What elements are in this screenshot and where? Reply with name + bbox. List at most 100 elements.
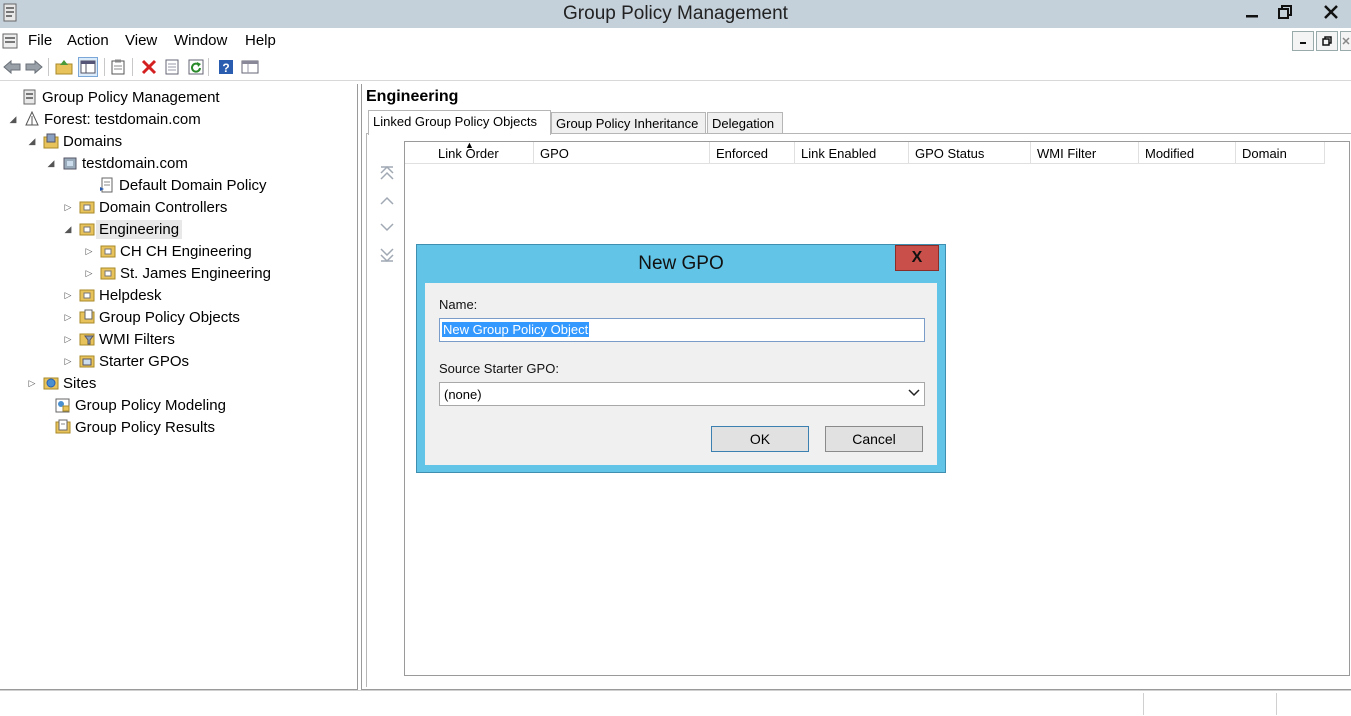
tab-linked-gpos[interactable]: Linked Group Policy Objects <box>368 110 551 135</box>
properties-button[interactable] <box>162 57 182 77</box>
move-down-button[interactable] <box>378 218 396 236</box>
tree-item[interactable]: ▷ Helpdesk <box>63 284 162 306</box>
refresh-icon <box>188 59 204 75</box>
tree-item-label: Group Policy Modeling <box>75 396 226 414</box>
move-to-bottom-button[interactable] <box>378 246 396 264</box>
expand-arrow-icon[interactable]: ▷ <box>63 334 73 345</box>
move-to-top-button[interactable] <box>378 164 396 182</box>
tree-item[interactable]: Group Policy Results <box>39 416 215 438</box>
gpo-name-value: New Group Policy Object <box>442 322 590 337</box>
tree-item[interactable]: ▷ Sites <box>27 372 97 394</box>
help-button[interactable]: ? <box>216 57 236 77</box>
expand-arrow-icon[interactable]: ▷ <box>84 246 94 257</box>
collapse-arrow-icon[interactable]: ◢ <box>27 136 37 147</box>
tree-item[interactable]: ▷ CH CH Engineering <box>84 240 252 262</box>
expand-arrow-icon[interactable]: ▷ <box>84 268 94 279</box>
sites-icon <box>43 377 59 390</box>
source-starter-gpo-value: (none) <box>444 387 482 402</box>
mdi-restore-button[interactable] <box>1316 31 1338 51</box>
wmi-filter-icon <box>79 333 95 346</box>
menu-view[interactable]: View <box>125 32 157 49</box>
menu-window[interactable]: Window <box>174 32 227 49</box>
tree-item[interactable]: Default Domain Policy <box>83 174 267 196</box>
gpo-link-icon <box>100 177 113 193</box>
ou-folder-icon <box>100 267 116 280</box>
close-icon: X <box>911 249 923 266</box>
back-button[interactable] <box>2 57 22 77</box>
domains-icon <box>43 133 59 149</box>
tab-gp-inheritance[interactable]: Group Policy Inheritance <box>551 112 706 134</box>
menu-action[interactable]: Action <box>67 32 109 49</box>
expand-arrow-icon[interactable]: ▷ <box>27 378 37 389</box>
tree-item[interactable]: ▷ Domain Controllers <box>63 196 228 218</box>
column-link-enabled[interactable]: Link Enabled <box>795 142 909 164</box>
clipboard-button[interactable] <box>108 57 128 77</box>
ou-folder-icon <box>100 245 116 258</box>
delete-button[interactable] <box>139 57 159 77</box>
collapse-arrow-icon[interactable]: ◢ <box>46 158 56 169</box>
tree-item[interactable]: ▷ WMI Filters <box>63 328 175 350</box>
menu-help[interactable]: Help <box>245 32 276 49</box>
chevron-down-icon <box>908 389 920 397</box>
expand-arrow-icon[interactable]: ▷ <box>63 290 73 301</box>
console-view-button[interactable] <box>240 57 260 77</box>
move-up-button[interactable] <box>378 192 396 210</box>
tree-item[interactable]: ◢ testdomain.com <box>46 152 188 174</box>
gpo-container-icon <box>79 309 95 324</box>
ok-button[interactable]: OK <box>711 426 809 452</box>
starter-gpo-icon <box>79 355 95 368</box>
refresh-button[interactable] <box>186 57 206 77</box>
tree-item[interactable]: Group Policy Management <box>6 86 220 108</box>
column-modified[interactable]: Modified <box>1139 142 1236 164</box>
dialog-body: Name: New Group Policy Object Source Sta… <box>425 283 937 465</box>
close-button[interactable] <box>1311 0 1351 24</box>
expand-arrow-icon[interactable]: ▷ <box>63 202 73 213</box>
collapse-arrow-icon[interactable]: ◢ <box>8 114 18 125</box>
tree-item[interactable]: ◢ Engineering <box>63 218 183 240</box>
modeling-icon <box>55 398 70 413</box>
column-gpo-status[interactable]: GPO Status <box>909 142 1031 164</box>
status-separator <box>1276 693 1277 715</box>
forward-button[interactable] <box>24 57 44 77</box>
toolbar-separator <box>132 58 133 76</box>
menu-file[interactable]: File <box>28 32 52 49</box>
dialog-close-button[interactable]: X <box>895 245 939 271</box>
show-hide-console-tree-button[interactable] <box>78 57 98 77</box>
expand-arrow-icon[interactable]: ▷ <box>63 312 73 323</box>
tab-delegation[interactable]: Delegation <box>707 112 783 134</box>
tree-item-label: Default Domain Policy <box>119 176 267 194</box>
cancel-button[interactable]: Cancel <box>825 426 923 452</box>
status-bar <box>0 690 1351 716</box>
toolbar-separator <box>208 58 209 76</box>
restore-button[interactable] <box>1265 0 1305 24</box>
console-view-icon <box>241 60 259 74</box>
tree-item[interactable]: ▷ St. James Engineering <box>84 262 271 284</box>
column-wmi-filter[interactable]: WMI Filter <box>1031 142 1139 164</box>
mdi-close-icon <box>1342 37 1350 45</box>
mdi-close-button[interactable] <box>1340 31 1351 51</box>
tree-item-label: CH CH Engineering <box>120 242 252 260</box>
up-one-level-button[interactable] <box>54 57 74 77</box>
tree-item[interactable]: ▷ Starter GPOs <box>63 350 190 372</box>
column-gpo[interactable]: GPO <box>534 142 710 164</box>
status-separator <box>1143 693 1144 715</box>
tree-item[interactable]: ◢ Forest: testdomain.com <box>8 108 201 130</box>
tree-item-label: testdomain.com <box>82 154 188 172</box>
gpo-name-input[interactable]: New Group Policy Object <box>439 318 925 342</box>
tree-item-label: Group Policy Objects <box>99 308 240 326</box>
tree-item[interactable]: ▷ Group Policy Objects <box>63 306 240 328</box>
details-title: Engineering <box>366 88 459 105</box>
tree-item[interactable]: ◢ Domains <box>27 130 123 152</box>
toolbar-separator <box>104 58 105 76</box>
column-enforced[interactable]: Enforced <box>710 142 795 164</box>
tree-item[interactable]: Group Policy Modeling <box>39 394 226 416</box>
mmc-system-menu-icon[interactable] <box>2 32 20 50</box>
up-folder-icon <box>55 60 73 75</box>
column-domain[interactable]: Domain <box>1236 142 1325 164</box>
sort-ascending-icon: ▲ <box>465 140 474 150</box>
collapse-arrow-icon[interactable]: ◢ <box>63 224 73 235</box>
mdi-minimize-button[interactable] <box>1292 31 1314 51</box>
source-starter-gpo-select[interactable]: (none) <box>439 382 925 406</box>
expand-arrow-icon[interactable]: ▷ <box>63 356 73 367</box>
column-link-order[interactable]: Link Order ▲ <box>405 140 534 164</box>
